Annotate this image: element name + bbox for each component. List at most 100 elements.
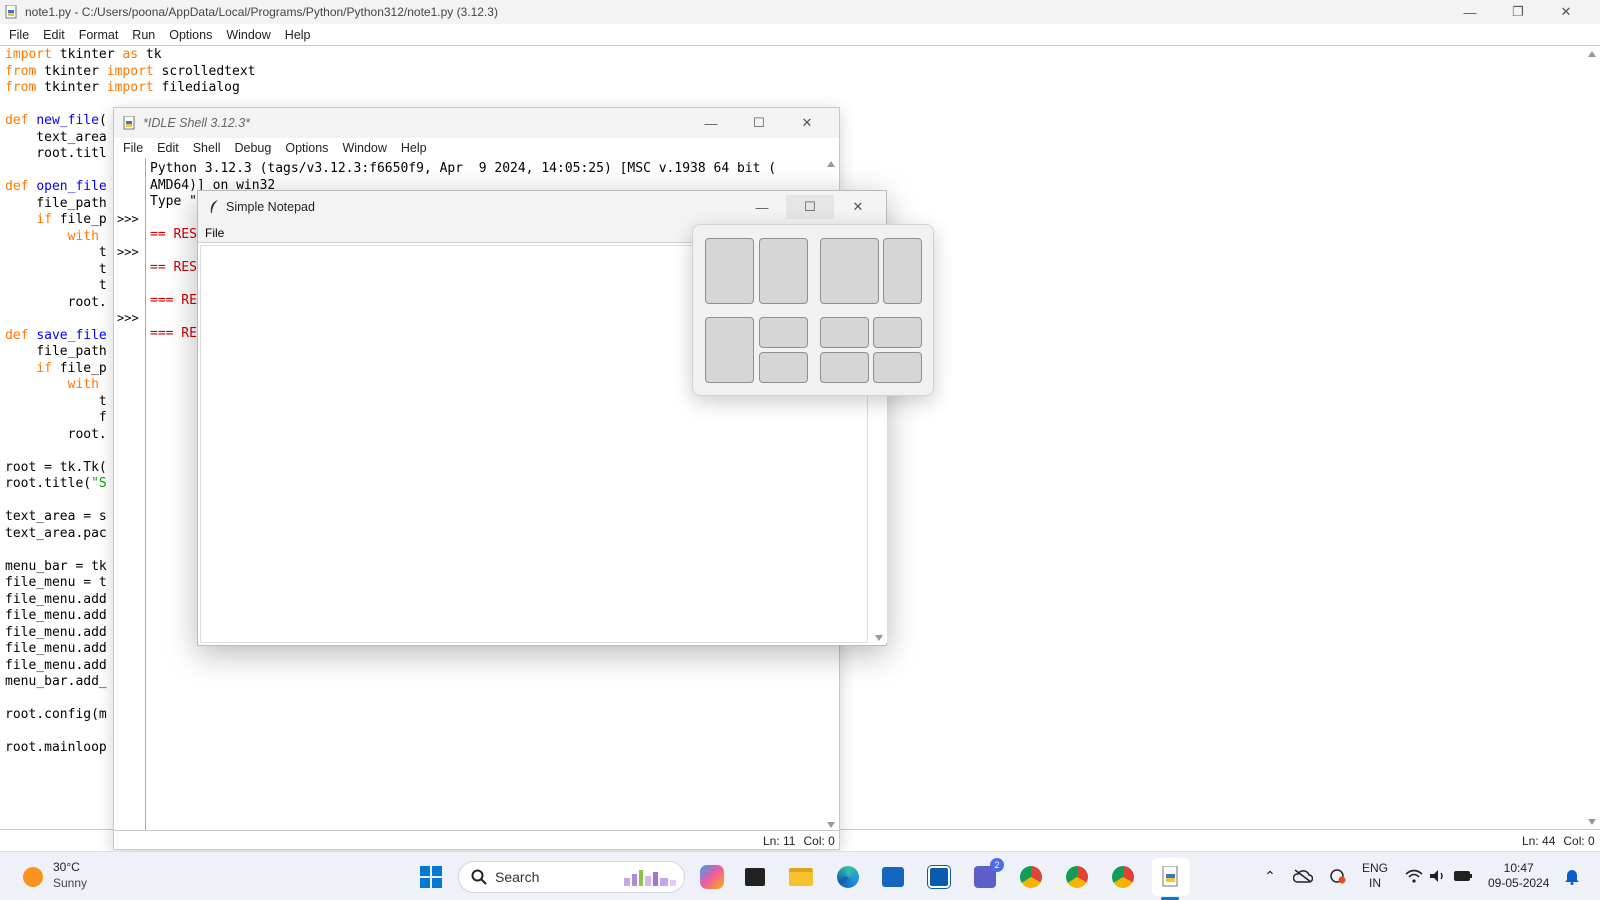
close-button[interactable]: ✕ <box>1542 0 1590 24</box>
feather-icon <box>210 200 218 213</box>
search-highlight-icon <box>624 870 676 886</box>
python-taskbar-icon[interactable] <box>1152 858 1190 896</box>
chrome-profile-icon[interactable] <box>1110 864 1136 890</box>
shell-menu-file[interactable]: File <box>116 138 150 158</box>
search-icon <box>471 869 487 885</box>
language-indicator[interactable]: ENG IN <box>1362 861 1388 891</box>
menu-options[interactable]: Options <box>162 25 219 45</box>
snap-zone-quadrant-bl[interactable] <box>820 352 869 383</box>
snap-zone-half-right[interactable] <box>759 238 808 304</box>
clock-date: 09-05-2024 <box>1488 876 1550 890</box>
volume-icon[interactable] <box>1428 866 1448 886</box>
notepad-title: Simple Notepad <box>226 200 315 214</box>
menu-help[interactable]: Help <box>278 25 318 45</box>
shell-close-button[interactable]: ✕ <box>783 111 831 135</box>
shell-line: === RE <box>150 326 197 341</box>
chevron-up-icon[interactable]: ⌃ <box>1262 866 1278 886</box>
shell-statusbar: Ln: 11 Col: 0 <box>763 834 835 848</box>
notepad-minimize-button[interactable]: — <box>738 195 786 219</box>
shell-menubar: File Edit Shell Debug Options Window Hel… <box>116 138 434 158</box>
notepad-titlebar[interactable]: Simple Notepad — ☐ ✕ <box>198 191 886 223</box>
shell-titlebar[interactable]: *IDLE Shell 3.12.3* — ☐ ✕ <box>114 108 839 138</box>
task-view-icon[interactable] <box>742 864 768 890</box>
battery-icon[interactable] <box>1452 866 1474 886</box>
shell-menu-edit[interactable]: Edit <box>150 138 186 158</box>
editor-menubar: File Edit Format Run Options Window Help <box>2 25 318 45</box>
snap-zone-bottom-right[interactable] <box>759 352 808 383</box>
menu-format[interactable]: Format <box>72 25 126 45</box>
teams-badge: 2 <box>990 858 1004 872</box>
shell-line: Python 3.12.3 (tags/v3.12.3:f6650f9, Apr… <box>150 161 777 176</box>
menu-window[interactable]: Window <box>219 25 277 45</box>
snap-zone-quadrant-br[interactable] <box>873 352 922 383</box>
shell-maximize-button[interactable]: ☐ <box>735 111 783 135</box>
notepad-menu-file[interactable]: File <box>198 226 224 240</box>
shell-menu-shell[interactable]: Shell <box>186 138 228 158</box>
shell-prompt: >>> <box>117 245 139 259</box>
menu-file[interactable]: File <box>2 25 36 45</box>
restore-button[interactable]: ❐ <box>1494 0 1542 24</box>
snap-zone-top-right[interactable] <box>759 317 808 348</box>
shell-line: === RE <box>150 293 197 308</box>
snap-zone-half-left[interactable] <box>705 238 754 304</box>
snap-zone-quadrant-tr[interactable] <box>873 317 922 348</box>
scroll-down-icon[interactable] <box>827 822 835 828</box>
editor-titlebar[interactable]: note1.py - C:/Users/poona/AppData/Local/… <box>0 0 1600 24</box>
snap-zone-left-column[interactable] <box>705 317 754 383</box>
shell-menu-options[interactable]: Options <box>278 138 335 158</box>
menubar-divider <box>0 45 1600 46</box>
language-label: ENG <box>1362 861 1389 875</box>
shell-line: == RES <box>150 260 197 275</box>
col-indicator: Col: 0 <box>1563 834 1595 848</box>
snap-zone-quadrant-tl[interactable] <box>820 317 869 348</box>
shell-minimize-button[interactable]: — <box>687 111 735 135</box>
snap-zone-third-right[interactable] <box>883 238 922 304</box>
shell-prompt: >>> <box>117 212 139 226</box>
copilot-icon[interactable] <box>699 864 725 890</box>
file-explorer-icon[interactable] <box>788 864 814 890</box>
shell-line: Type " <box>150 194 197 209</box>
chrome-icon[interactable] <box>1018 864 1044 890</box>
onedrive-offline-icon[interactable] <box>1292 865 1314 887</box>
wifi-icon[interactable] <box>1404 866 1424 886</box>
taskbar-search[interactable]: Search <box>458 861 685 893</box>
scroll-up-icon[interactable] <box>827 161 835 167</box>
shell-status-divider <box>114 830 839 831</box>
scroll-down-icon[interactable] <box>1588 819 1596 825</box>
search-label: Search <box>495 869 540 885</box>
sun-icon[interactable] <box>20 864 46 890</box>
snap-layouts-flyout <box>692 224 934 396</box>
notepad-close-button[interactable]: ✕ <box>834 195 882 219</box>
editor-statusbar: Ln: 44 Col: 0 <box>1522 834 1595 848</box>
snap-zone-two-thirds-left[interactable] <box>820 238 879 304</box>
taskbar: 30°C Sunny Search 2 ⌃ ENG IN 10:47 09-05… <box>0 851 1600 900</box>
shell-menu-window[interactable]: Window <box>335 138 393 158</box>
edge-icon[interactable] <box>835 864 861 890</box>
weather-temp[interactable]: 30°C <box>53 860 80 874</box>
dell-icon[interactable] <box>926 864 952 890</box>
line-indicator: Ln: 44 <box>1522 834 1556 848</box>
notepad-maximize-button[interactable]: ☐ <box>786 195 834 219</box>
chrome-profile-icon[interactable] <box>1064 864 1090 890</box>
shell-menu-debug[interactable]: Debug <box>228 138 279 158</box>
notification-bell-icon[interactable] <box>1562 866 1582 886</box>
python-file-icon <box>5 5 17 19</box>
windows-start-icon[interactable] <box>418 864 444 890</box>
minimize-button[interactable]: — <box>1446 0 1494 24</box>
shell-line: == RES <box>150 227 197 242</box>
menu-run[interactable]: Run <box>125 25 162 45</box>
clock-time: 10:47 <box>1503 861 1534 875</box>
clock[interactable]: 10:47 09-05-2024 <box>1488 861 1549 891</box>
python-shell-icon <box>123 116 135 130</box>
shell-title: *IDLE Shell 3.12.3* <box>143 116 251 130</box>
sync-icon[interactable] <box>1326 865 1348 887</box>
menu-edit[interactable]: Edit <box>36 25 72 45</box>
weather-desc[interactable]: Sunny <box>53 876 87 890</box>
teams-icon[interactable]: 2 <box>972 858 1004 890</box>
scroll-up-icon[interactable] <box>1588 51 1596 57</box>
store-icon[interactable] <box>880 864 906 890</box>
shell-menu-help[interactable]: Help <box>394 138 434 158</box>
editor-scrollbar[interactable] <box>1584 46 1600 829</box>
shell-line-indicator: Ln: 11 <box>763 834 796 848</box>
scroll-down-icon[interactable] <box>875 635 883 641</box>
